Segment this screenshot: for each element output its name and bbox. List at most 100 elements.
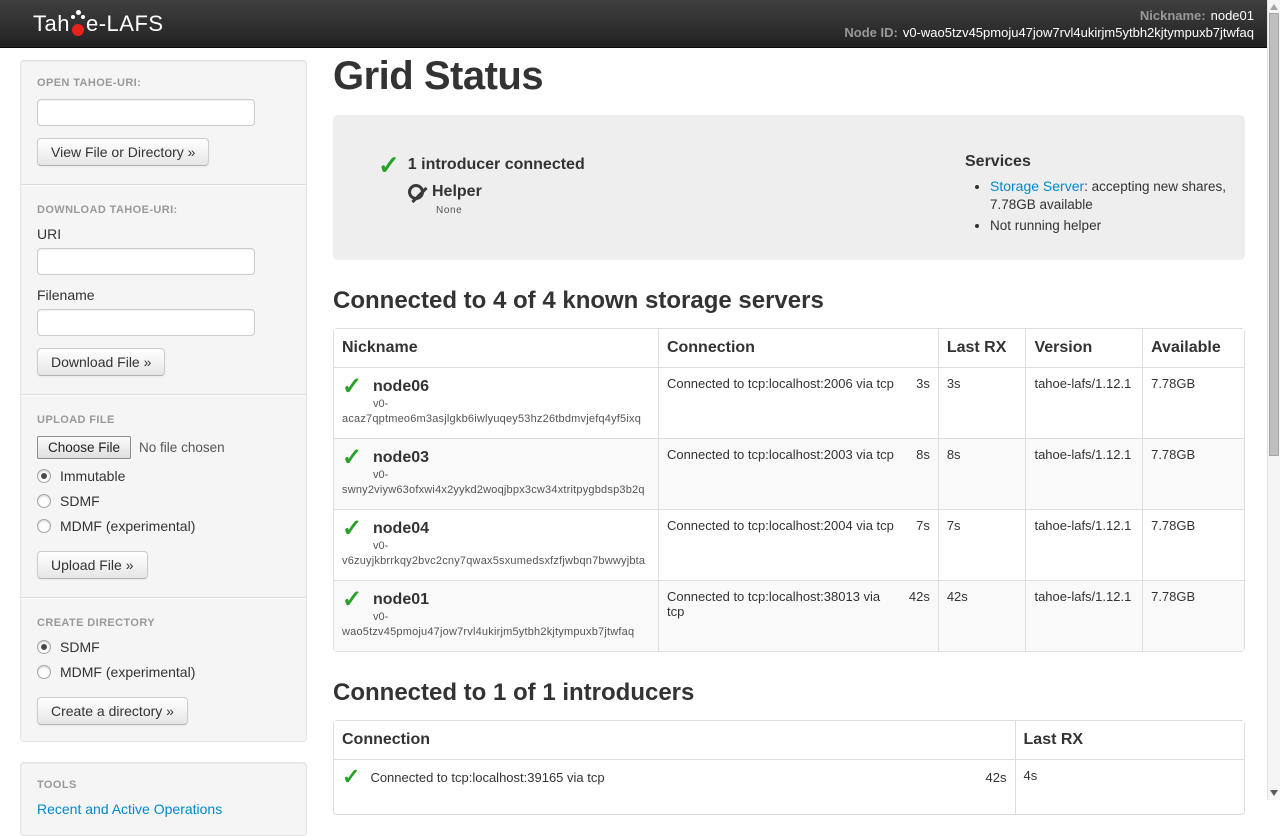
create-directory-section: CREATE DIRECTORY SDMF MDMF (experimental…: [37, 617, 290, 725]
choose-file-button[interactable]: Choose File: [37, 436, 131, 459]
connection-cell: Connected to tcp:localhost:2006 via tcp …: [658, 367, 938, 438]
connection-cell: ✓ Connected to tcp:localhost:39165 via t…: [334, 759, 1015, 814]
scrollbar-up-arrow-icon[interactable]: [1270, 4, 1278, 10]
nickname-line: Nickname: node01: [844, 7, 1254, 24]
view-file-button[interactable]: View File or Directory »: [37, 138, 209, 166]
server-nickname: node04: [373, 518, 650, 539]
upload-format-mdmf[interactable]: MDMF (experimental): [37, 518, 290, 534]
table-header-row: Nickname Connection Last RX Version Avai…: [334, 329, 1244, 367]
no-helper-icon: [408, 184, 424, 200]
services-title: Services: [965, 153, 1267, 171]
introducer-status-text: 1 introducer connected: [408, 156, 585, 174]
download-uri-input[interactable]: [37, 248, 255, 275]
nodeid-line: Node ID:v0-wao5tzv45pmoju47jow7rvl4ukirj…: [844, 24, 1254, 41]
connection-age: 7s: [916, 518, 930, 533]
nickname-cell: ✓ node01 v0- wao5tzv45pmoju47jow7rvl4uki…: [334, 580, 658, 651]
file-picker: Choose File No file chosen: [37, 436, 290, 459]
upload-format-immutable[interactable]: Immutable: [37, 468, 290, 484]
server-nickname: node06: [373, 376, 650, 397]
last-rx-cell: 42s: [938, 580, 1026, 651]
connection-age: 42s: [909, 589, 930, 619]
connection-text: Connected to tcp:localhost:2004 via tcp: [667, 518, 894, 533]
upload-file-section: UPLOAD FILE Choose File No file chosen I…: [37, 414, 290, 579]
introducers-table: Connection Last RX ✓ Connected to tcp:lo…: [333, 720, 1245, 815]
server-nickname: node01: [373, 589, 650, 610]
connected-check-icon: ✓: [342, 518, 362, 540]
connection-text: Connected to tcp:localhost:39165 via tcp: [370, 768, 985, 787]
server-id-prefix: v0-: [373, 610, 650, 625]
services-list: Storage Server: accepting new shares, 7.…: [965, 177, 1267, 236]
scrollbar-thumb[interactable]: [1269, 13, 1279, 456]
services-panel: Services Storage Server: accepting new s…: [965, 153, 1267, 239]
open-uri-section: OPEN TAHOE-URI: View File or Directory »: [37, 77, 290, 166]
check-icon: ✓: [378, 155, 400, 175]
mkdir-format-sdmf[interactable]: SDMF: [37, 639, 290, 655]
recent-operations-link[interactable]: Recent and Active Operations: [37, 801, 222, 817]
version-cell: tahoe-lafs/1.12.1: [1025, 438, 1142, 509]
col-last-rx: Last RX: [938, 329, 1026, 367]
radio-icon[interactable]: [37, 494, 51, 508]
connection-text: Connected to tcp:localhost:2006 via tcp: [667, 376, 894, 391]
download-uri-section: DOWNLOAD TAHOE-URI: URI Filename Downloa…: [37, 204, 290, 376]
version-cell: tahoe-lafs/1.12.1: [1025, 580, 1142, 651]
radio-label: MDMF (experimental): [60, 664, 195, 680]
connected-check-icon: ✓: [342, 447, 362, 469]
download-file-button[interactable]: Download File »: [37, 348, 165, 376]
server-id-prefix: v0-: [373, 468, 650, 483]
col-connection: Connection: [658, 329, 938, 367]
available-cell: 7.78GB: [1142, 580, 1244, 651]
table-header-row: Connection Last RX: [334, 721, 1244, 759]
server-id-hash: acaz7qptmeo6m3asjlgkb6iwlyuqey53hz26tbdm…: [342, 412, 650, 427]
section-divider: [21, 597, 306, 599]
brand-text-post: e-LAFS: [86, 11, 164, 37]
col-available: Available: [1142, 329, 1244, 367]
vertical-scrollbar[interactable]: [1267, 0, 1280, 800]
mkdir-format-mdmf[interactable]: MDMF (experimental): [37, 664, 290, 680]
radio-label: Immutable: [60, 468, 125, 484]
section-divider: [21, 184, 306, 186]
radio-icon[interactable]: [37, 640, 51, 654]
tools-title: TOOLS: [37, 779, 290, 791]
table-row: ✓ Connected to tcp:localhost:39165 via t…: [334, 759, 1244, 814]
download-filename-input[interactable]: [37, 309, 255, 336]
radio-icon[interactable]: [37, 665, 51, 679]
file-chosen-status: No file chosen: [139, 440, 225, 455]
available-cell: 7.78GB: [1142, 438, 1244, 509]
nickname-label: Nickname:: [1140, 8, 1206, 23]
connection-cell: Connected to tcp:localhost:38013 via tcp…: [658, 580, 938, 651]
upload-file-button[interactable]: Upload File »: [37, 551, 148, 579]
connection-age: 8s: [916, 447, 930, 462]
nickname-cell: ✓ node03 v0- swny2viyw63ofxwi4x2yykd2woq…: [334, 438, 658, 509]
create-directory-button[interactable]: Create a directory »: [37, 697, 188, 725]
scrollbar-down-arrow-icon[interactable]: [1270, 790, 1278, 796]
storage-servers-heading: Connected to 4 of 4 known storage server…: [333, 287, 1245, 315]
server-id-prefix: v0-: [373, 539, 650, 554]
upload-format-sdmf[interactable]: SDMF: [37, 493, 290, 509]
server-id-hash: v6zuyjkbrrkqy2bvc2cny7qwax5sxumedsxfzfjw…: [342, 554, 650, 569]
connected-check-icon: ✓: [342, 589, 362, 611]
tahoe-balloon-icon: [71, 9, 85, 39]
upload-file-title: UPLOAD FILE: [37, 414, 290, 426]
radio-icon[interactable]: [37, 469, 51, 483]
radio-icon[interactable]: [37, 519, 51, 533]
connected-check-icon: ✓: [342, 376, 362, 398]
storage-server-link[interactable]: Storage Server: [990, 178, 1084, 194]
introducers-heading: Connected to 1 of 1 introducers: [333, 679, 1245, 707]
brand-text-pre: Tah: [33, 11, 70, 37]
available-cell: 7.78GB: [1142, 367, 1244, 438]
radio-label: SDMF: [60, 493, 100, 509]
open-uri-input[interactable]: [37, 99, 255, 126]
connection-cell: Connected to tcp:localhost:2004 via tcp …: [658, 509, 938, 580]
nickname-value: node01: [1211, 8, 1254, 23]
grid-status-summary: ✓ 1 introducer connected Helper None Ser…: [333, 115, 1245, 260]
tools-panel: TOOLS Recent and Active Operations: [20, 762, 307, 836]
server-id-prefix: v0-: [373, 397, 650, 412]
nickname-cell: ✓ node06 v0- acaz7qptmeo6m3asjlgkb6iwlyu…: [334, 367, 658, 438]
connection-text: Connected to tcp:localhost:2003 via tcp: [667, 447, 894, 462]
connection-text: Connected to tcp:localhost:38013 via tcp: [667, 589, 901, 619]
server-id-hash: swny2viyw63ofxwi4x2yykd2woqjbpx3cw34xtri…: [342, 483, 650, 498]
nickname-cell: ✓ node04 v0- v6zuyjkbrrkqy2bvc2cny7qwax5…: [334, 509, 658, 580]
radio-label: SDMF: [60, 639, 100, 655]
helper-service-item: Not running helper: [990, 217, 1267, 235]
last-rx-cell: 3s: [938, 367, 1026, 438]
